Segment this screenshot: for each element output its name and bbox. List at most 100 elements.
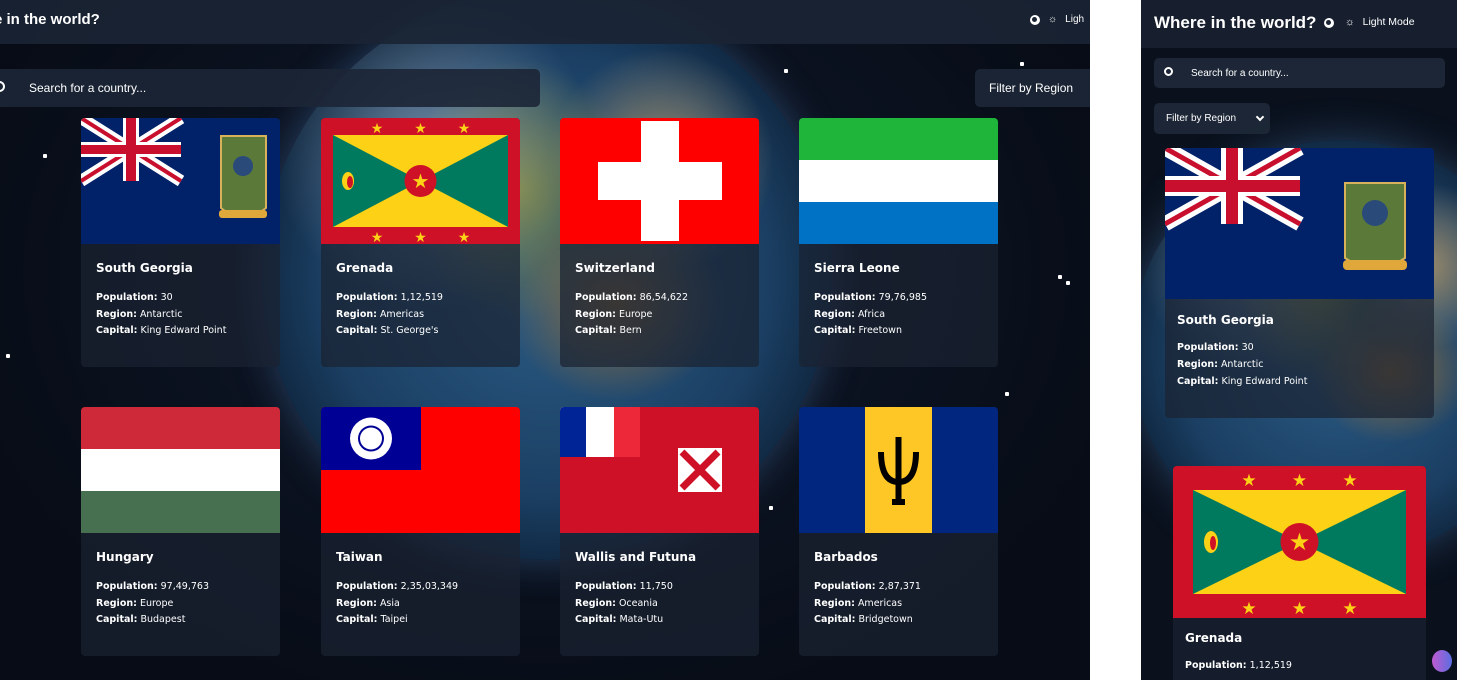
svg-text:★: ★: [458, 230, 471, 244]
sun-icon: ☼: [1048, 14, 1058, 25]
star: [784, 69, 788, 73]
chevron-down-icon: [1255, 112, 1265, 122]
star: [1020, 62, 1024, 66]
theme-toggle-label: Light Mode: [1362, 16, 1415, 28]
mobile-view: Where in the world? ☼ Light Mode Filter …: [1141, 0, 1457, 680]
flag-grenada: ★ ★ ★ ★ ★ ★ ★: [321, 118, 520, 244]
sun-icon: ☼: [1345, 16, 1355, 28]
region-value: Antarctic: [1220, 359, 1264, 370]
search-bar: [0, 69, 540, 107]
capital-value: Freetown: [858, 325, 902, 336]
flag-south-georgia: [81, 118, 280, 244]
region-value: Asia: [379, 597, 400, 609]
app-header: Where in the world? ☼ Light Mode: [1141, 0, 1457, 48]
country-card[interactable]: South Georgia Population: 30 Region: Ant…: [81, 118, 280, 367]
country-info: Population: 2,87,371 Region: Americas Ca…: [814, 581, 921, 625]
region-value: Americas: [857, 597, 903, 609]
globe-icon: [1030, 14, 1040, 25]
svg-text:★: ★: [371, 121, 384, 137]
country-name: Taiwan: [336, 550, 383, 564]
country-info: Population: 2,35,03,349 Region: Asia Cap…: [336, 581, 459, 625]
svg-text:★: ★: [1241, 471, 1256, 491]
app-header: e in the world? ☼ Ligh: [0, 0, 1090, 44]
population-value: 11,750: [639, 581, 673, 592]
region-value: Europe: [618, 308, 653, 320]
country-name: Sierra Leone: [814, 261, 900, 275]
country-name: Hungary: [96, 550, 154, 564]
population-value: 79,76,985: [878, 292, 927, 303]
search-input[interactable]: [29, 69, 509, 107]
app-title: e in the world?: [0, 11, 100, 28]
svg-text:★: ★: [1342, 471, 1357, 491]
population-value: 97,49,763: [160, 581, 209, 592]
flag-south-georgia: [1165, 148, 1434, 299]
country-info: Population: 30 Region: Antarctic Capital…: [96, 292, 227, 336]
country-name: South Georgia: [96, 261, 193, 275]
capital-value: King Edward Point: [1221, 376, 1308, 387]
star: [43, 154, 47, 158]
star: [6, 354, 10, 358]
country-info: Population: 1,12,519 Region: Americas Ca…: [336, 292, 443, 336]
app-title: Where in the world?: [1154, 13, 1335, 33]
star: [1005, 392, 1009, 396]
search-bar: [1154, 58, 1445, 88]
country-card[interactable]: Hungary Population: 97,49,763 Region: Eu…: [81, 407, 280, 656]
population-value: 86,54,622: [639, 292, 688, 303]
star: [769, 506, 773, 510]
svg-text:★: ★: [1292, 471, 1307, 491]
country-card[interactable]: Wallis and Futuna Population: 11,750 Reg…: [560, 407, 759, 656]
population-value: 2,35,03,349: [400, 581, 459, 592]
svg-text:★: ★: [371, 230, 384, 244]
flag-taiwan: [321, 407, 520, 533]
region-filter[interactable]: Filter by Region: [975, 69, 1090, 107]
country-info: Population: 79,76,985 Region: Africa Cap…: [814, 292, 927, 336]
country-card[interactable]: Taiwan Population: 2,35,03,349 Region: A…: [321, 407, 520, 656]
svg-text:★: ★: [412, 169, 430, 193]
search-icon: [1164, 67, 1173, 76]
capital-value: King Edward Point: [140, 325, 227, 336]
star: [1066, 281, 1070, 285]
brain-icon[interactable]: [1432, 650, 1452, 672]
population-value: 30: [160, 292, 173, 303]
region-filter-label: Filter by Region: [1166, 113, 1237, 124]
country-card[interactable]: ★ ★ ★ ★ ★ ★ ★ Grenada Population: 1,12,5…: [321, 118, 520, 367]
country-name: Switzerland: [575, 261, 655, 275]
svg-text:★: ★: [414, 230, 427, 244]
country-card[interactable]: Switzerland Population: 86,54,622 Region…: [560, 118, 759, 367]
country-info: Population: 86,54,622 Region: Europe Cap…: [575, 292, 688, 336]
capital-value: Bern: [619, 325, 642, 336]
theme-toggle-label: Ligh: [1065, 14, 1085, 25]
region-value: Europe: [139, 597, 174, 609]
population-value: 1,12,519: [1249, 660, 1292, 671]
search-input[interactable]: [1191, 58, 1431, 88]
theme-toggle[interactable]: ☼ Ligh: [1030, 14, 1084, 25]
svg-text:★: ★: [458, 121, 471, 137]
flag-hungary: [81, 407, 280, 533]
svg-text:★: ★: [1342, 599, 1357, 618]
country-card[interactable]: Barbados Population: 2,87,371 Region: Am…: [799, 407, 998, 656]
search-icon: [0, 81, 5, 92]
capital-value: St. George's: [380, 325, 439, 336]
desktop-view: e in the world? ☼ Ligh Filter by Region: [0, 0, 1090, 680]
country-info: Population: 1,12,519: [1185, 660, 1292, 671]
theme-toggle[interactable]: ☼ Light Mode: [1345, 16, 1415, 28]
flag-barbados: [799, 407, 998, 533]
country-card[interactable]: Sierra Leone Population: 79,76,985 Regio…: [799, 118, 998, 367]
country-name: Wallis and Futuna: [575, 550, 697, 564]
capital-value: Budapest: [140, 614, 186, 625]
country-card[interactable]: ★ ★ ★ ★ ★ ★ ★ Grenada Population: 1,12,5…: [1173, 466, 1426, 680]
flag-wallis-and-futuna: [560, 407, 759, 533]
flag-grenada: ★ ★ ★ ★ ★ ★ ★: [1173, 466, 1426, 618]
capital-value: Taipei: [380, 614, 408, 625]
svg-text:★: ★: [414, 121, 427, 137]
country-name: Grenada: [1185, 631, 1243, 645]
capital-value: Mata-Utu: [619, 614, 664, 625]
globe-icon: [1324, 18, 1335, 28]
population-value: 2,87,371: [878, 581, 921, 592]
country-card[interactable]: South Georgia Population: 30 Region: Ant…: [1165, 148, 1434, 418]
country-info: Population: 30 Region: Antarctic Capital…: [1177, 342, 1308, 387]
region-filter[interactable]: Filter by Region: [1154, 103, 1270, 134]
flag-sierra-leone: [799, 118, 998, 244]
country-info: Population: 97,49,763 Region: Europe Cap…: [96, 581, 209, 625]
population-value: 30: [1241, 342, 1254, 353]
